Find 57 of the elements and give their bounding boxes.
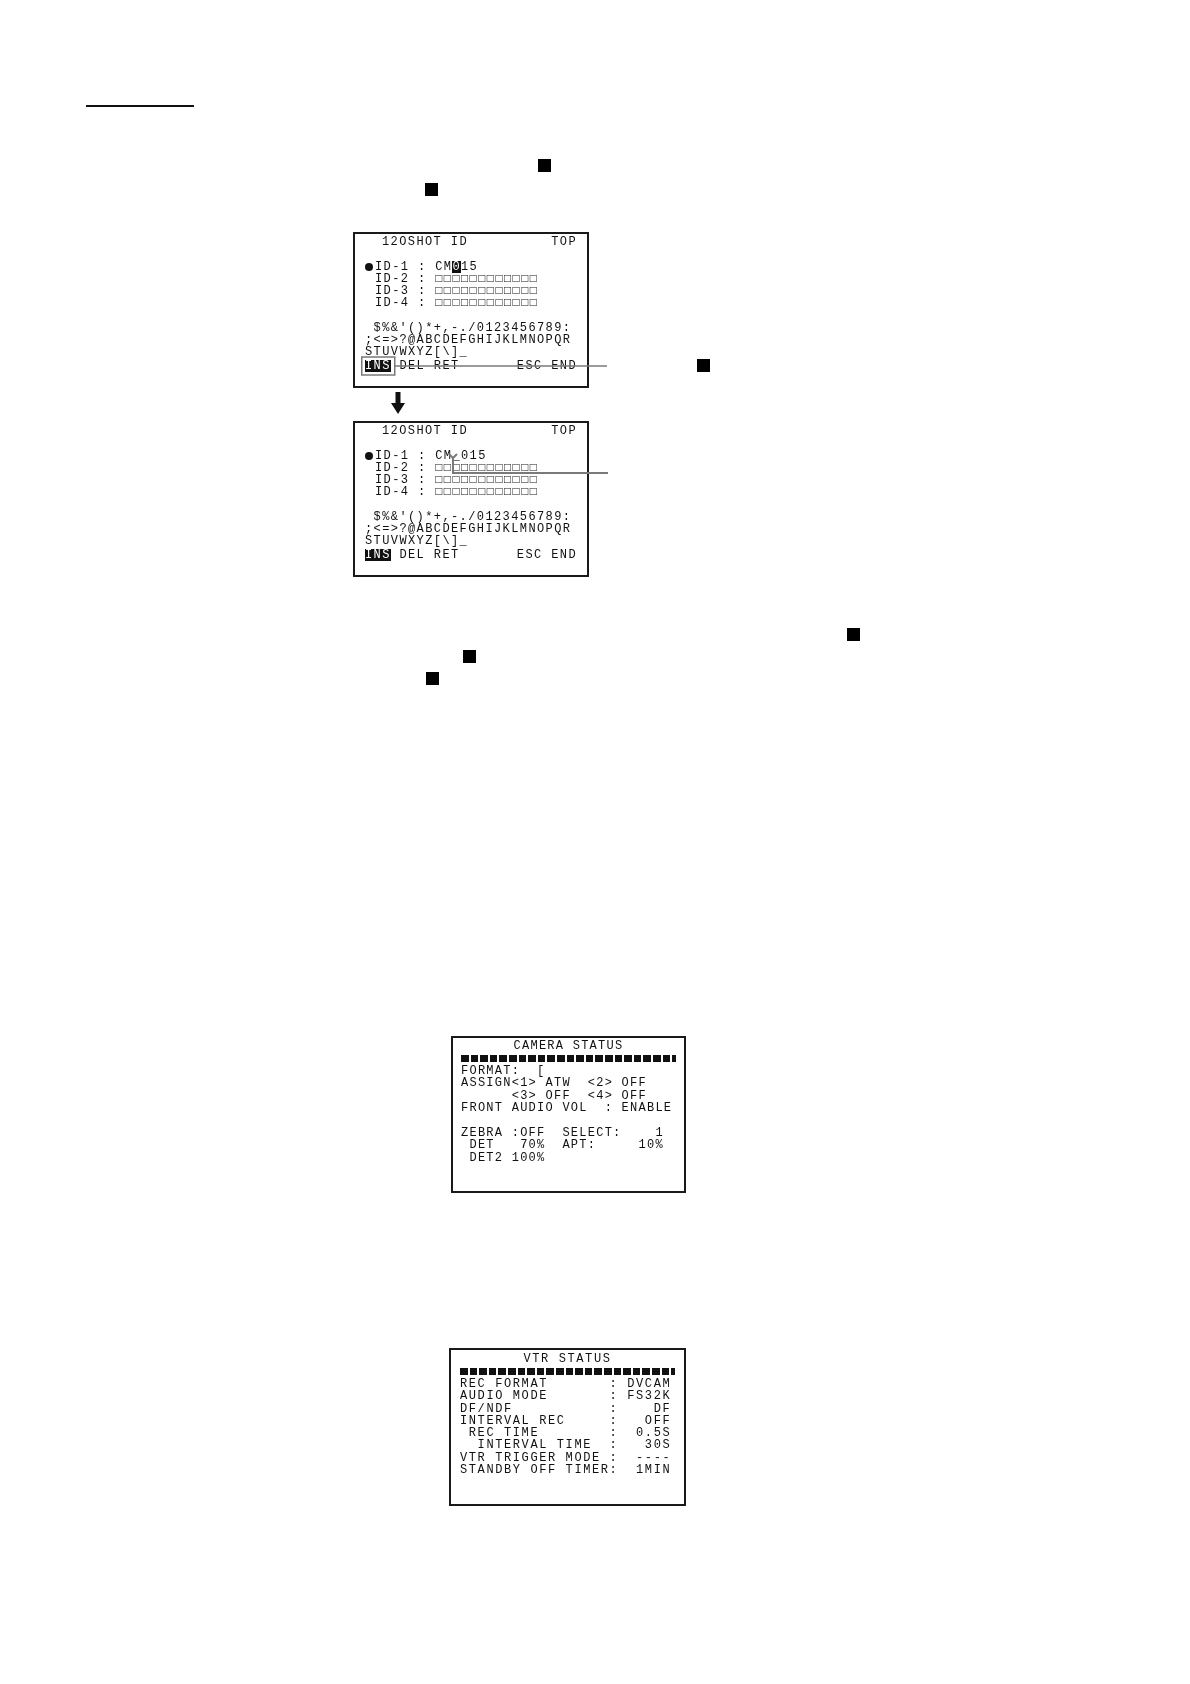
down-arrow [391, 392, 405, 414]
character-set-line: STUVWXYZ[\]_ [365, 346, 469, 358]
menu-key: INS [365, 549, 391, 561]
status-line: DET 70% APT: 10% [468, 1139, 664, 1152]
menu-key: RET [433, 549, 460, 561]
status-line: FRONT AUDIO VOL : ENABLE [461, 1102, 673, 1115]
id-value: □□□□□□□□□□□□ [435, 285, 539, 297]
id-value: CM_015 [435, 450, 487, 462]
status-line: FORMAT: [ [461, 1065, 546, 1078]
menu-key: INS [365, 360, 391, 372]
page-label: TOP [551, 236, 577, 248]
menu-key: DEL [399, 549, 426, 561]
id-label: ID-1 : [375, 450, 427, 462]
id-value: □□□□□□□□□□□□ [435, 486, 539, 498]
square-icon [538, 159, 551, 172]
status-line: REC FORMAT : DVCAM [460, 1378, 672, 1391]
text-cursor: 0 [452, 261, 461, 273]
page-label: TOP [551, 425, 577, 437]
status-line: INTERVAL REC : OFF [460, 1414, 672, 1428]
id-value: □□□□□□□□□□□□ [435, 474, 539, 486]
screen-title: 12OSHOT ID [382, 236, 468, 248]
square-icon [425, 183, 438, 196]
id-label: ID-4 : [375, 486, 427, 498]
id-value: □□□□□□□□□□□□ [435, 297, 539, 309]
square-icon [426, 672, 439, 685]
status-line: DET2 100% [468, 1151, 546, 1165]
menu-key: END [551, 549, 577, 561]
status-line: AUDIO MODE : FS32K [460, 1390, 672, 1403]
id-label: ID-3 : [375, 474, 427, 486]
status-line: REC TIME : 0.5S [467, 1427, 672, 1440]
id-label: ID-1 : [375, 261, 427, 273]
screen-title: 12OSHOT ID [382, 425, 468, 437]
id-value: 15 [461, 261, 479, 273]
status-line: <3> OFF <4> OFF [510, 1089, 647, 1103]
square-icon [847, 628, 860, 641]
status-line: STANDBY OFF TIMER: 1MIN [460, 1464, 672, 1477]
status-line: INTERVAL TIME : 30S [477, 1439, 672, 1452]
character-set-line: ;<=>?@ABCDEFGHIJKLMNOPQR [365, 523, 572, 535]
status-line: VTR TRIGGER MODE : ---- [460, 1451, 672, 1465]
id-label: ID-3 : [375, 285, 427, 297]
status-line: ASSIGN<1> ATW <2> OFF [461, 1077, 647, 1090]
character-set-line: $%&'()*+,-./0123456789: [373, 322, 572, 334]
screen-title: VTR STATUS [522, 1353, 613, 1365]
menu-key: ESC [516, 549, 543, 561]
character-set-line: STUVWXYZ[\]_ [365, 535, 469, 547]
square-icon [463, 650, 476, 663]
id-value: CM [435, 261, 453, 273]
character-set-line: ;<=>?@ABCDEFGHIJKLMNOPQR [365, 334, 572, 346]
status-line: ZEBRA :OFF SELECT: 1 [461, 1127, 664, 1140]
character-set-line: $%&'()*+,-./0123456789: [373, 511, 572, 523]
id-value: □□□□□□□□□□□□ [435, 273, 539, 285]
id-label: ID-4 : [375, 297, 427, 309]
screen-title: CAMERA STATUS [512, 1040, 625, 1052]
id-label: ID-2 : [375, 462, 427, 474]
id-label: ID-2 : [375, 273, 427, 285]
status-line: DF/NDF : DF [460, 1402, 672, 1415]
square-icon [697, 359, 710, 372]
